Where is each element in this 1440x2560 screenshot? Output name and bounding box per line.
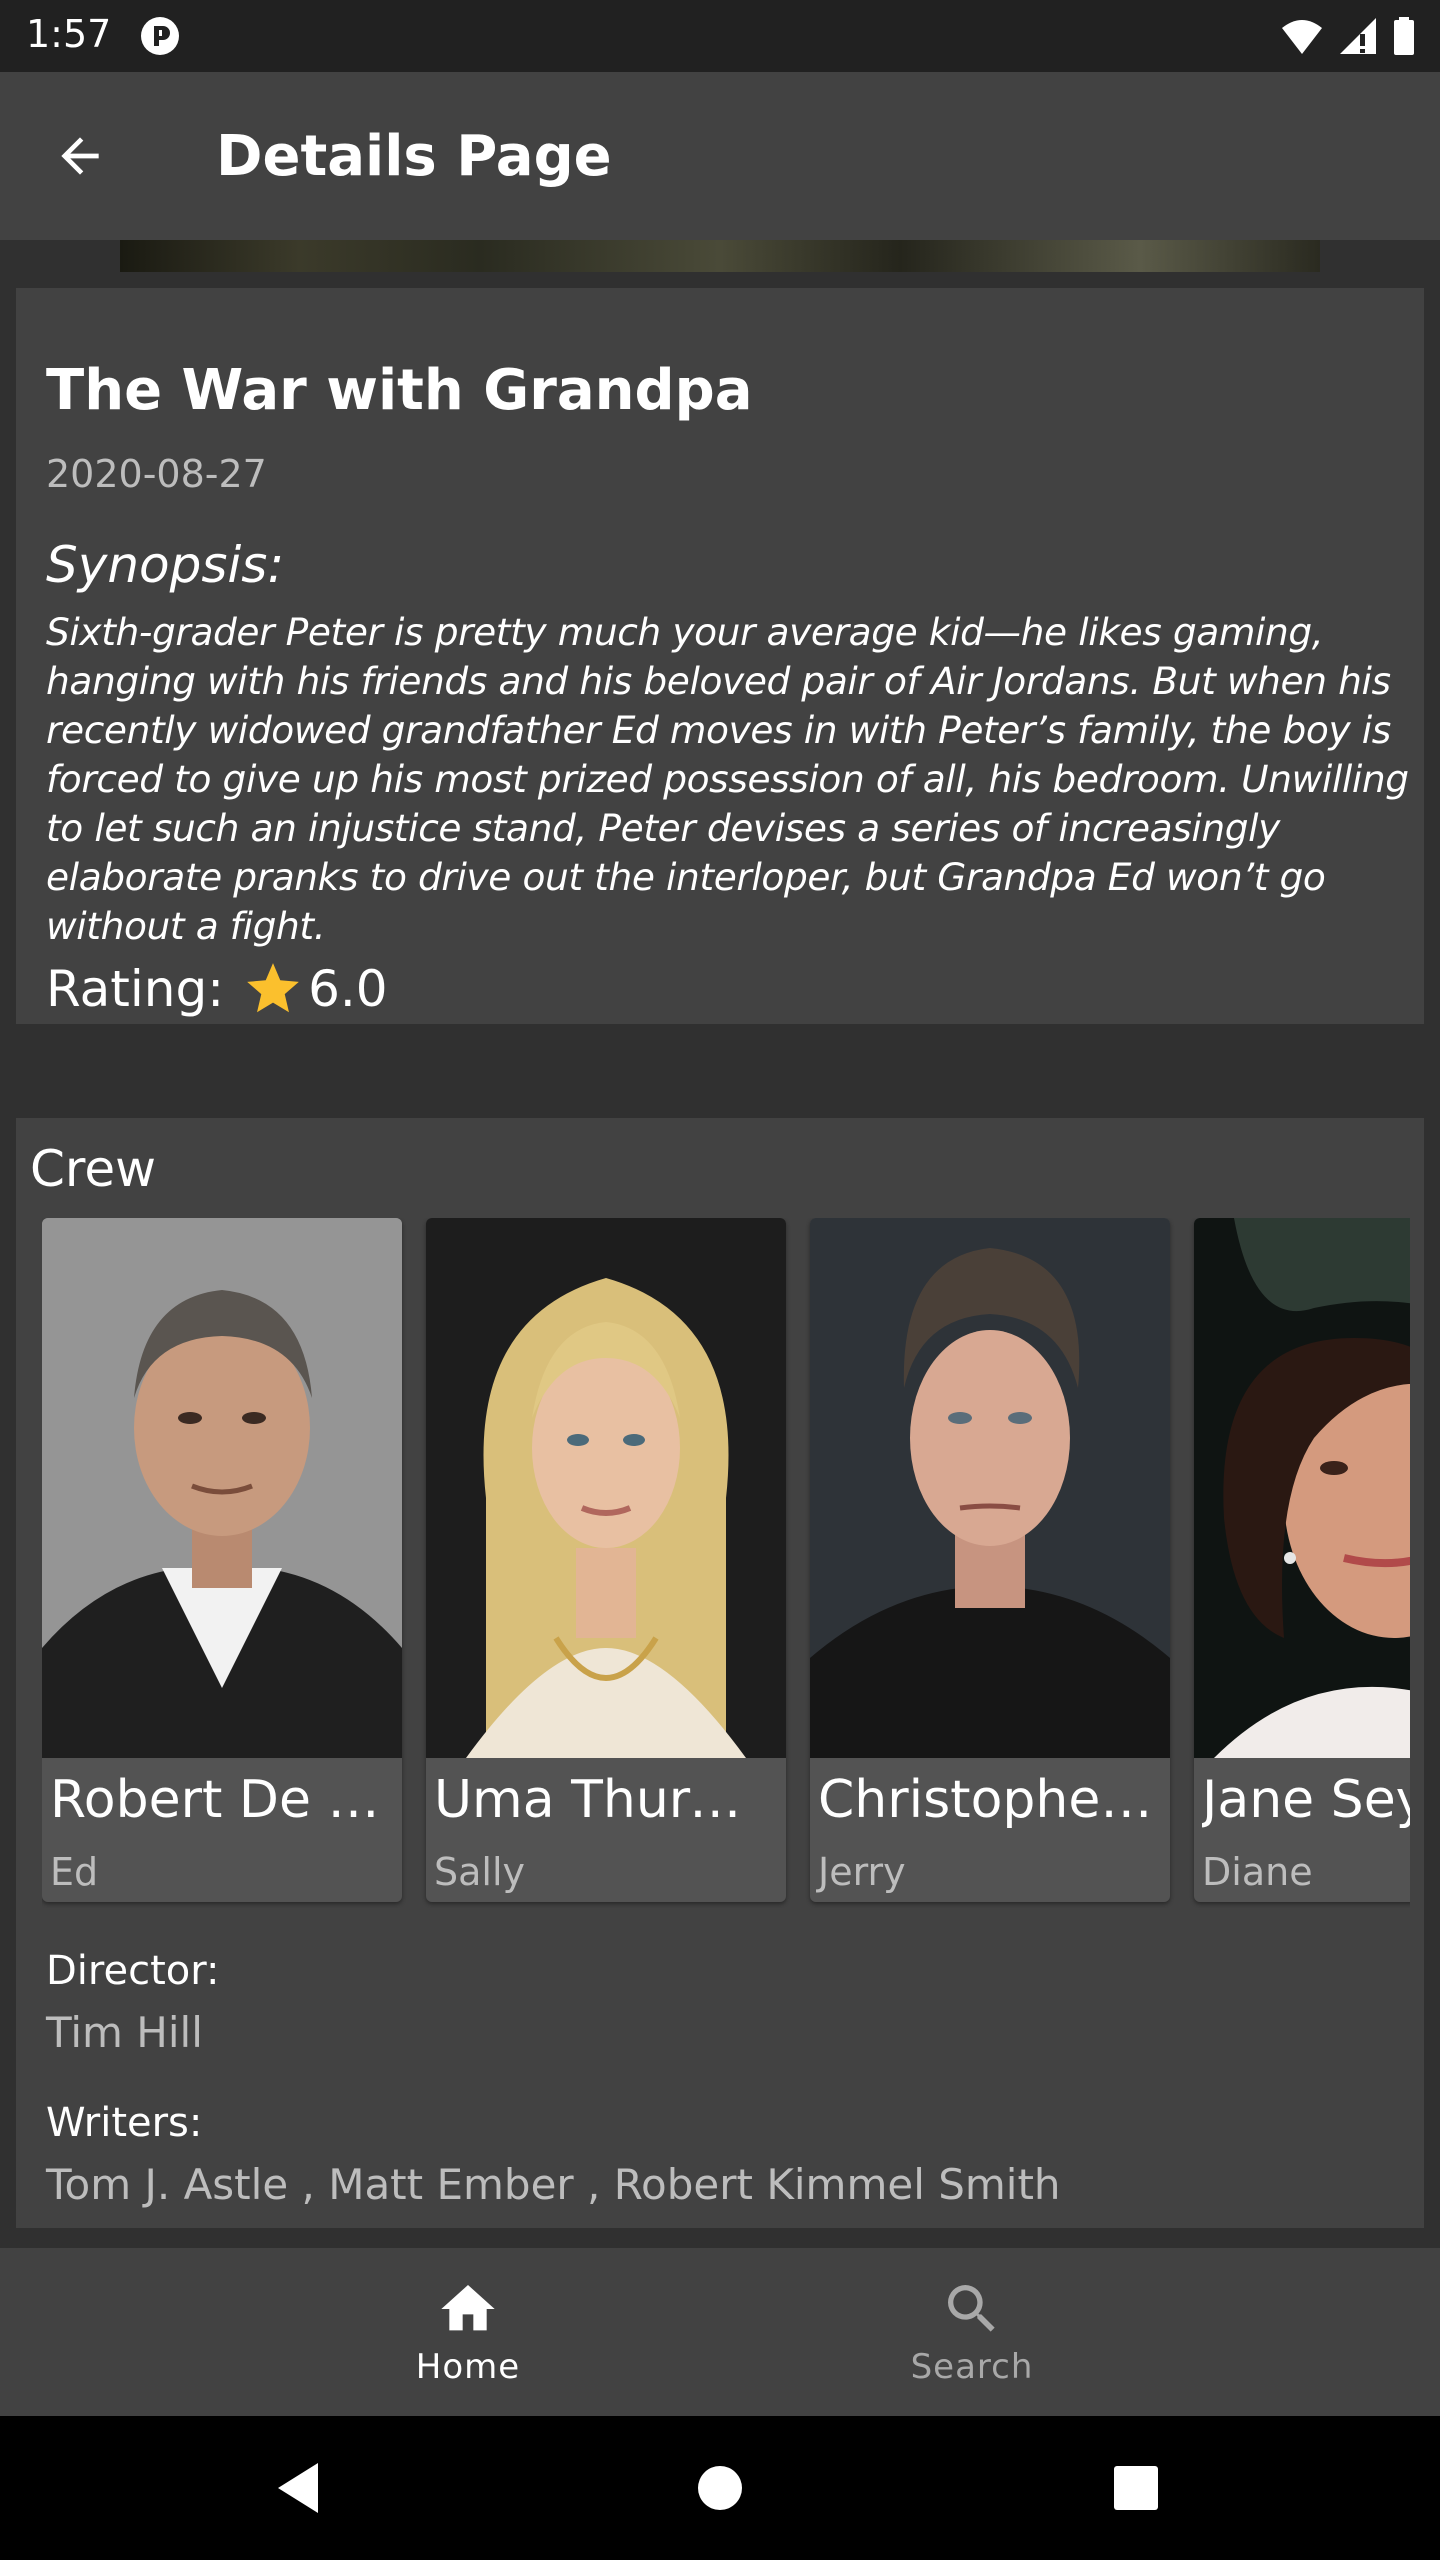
cast-role: Jerry [818,1850,906,1894]
movie-title: The War with Grandpa [46,358,753,423]
bottom-navigation: Home Search [0,2248,1440,2416]
cast-name: Robert De Niro [50,1770,400,1830]
cast-photo [42,1218,402,1758]
synopsis-label: Synopsis: [46,536,285,594]
app-bar: Details Page [0,72,1440,240]
crew-label: Crew [30,1140,157,1198]
release-date: 2020-08-27 [46,452,267,496]
cast-name: Jane Seymour [1202,1770,1410,1830]
synopsis-line: without a fight. [46,904,326,948]
recents-square-icon [1114,2466,1158,2510]
cast-card[interactable]: Robert De Niro Ed [42,1218,402,1902]
back-triangle-icon [278,2463,318,2513]
status-icons [1280,14,1416,58]
wifi-icon [1282,20,1322,54]
nav-home[interactable]: Home [318,2248,618,2416]
cast-role: Sally [434,1850,526,1894]
cast-card[interactable]: Uma Thurman Sally [426,1218,786,1902]
cast-role: Diane [1202,1850,1313,1894]
cast-photo [810,1218,1170,1758]
system-home-button[interactable] [688,2456,752,2520]
writers-value: Tom J. Astle , Matt Ember , Robert Kimme… [46,2160,1061,2209]
rating-label: Rating: [46,960,225,1018]
cast-role: Ed [50,1850,99,1894]
home-circle-icon [698,2466,742,2510]
synopsis-line: forced to give up his most prized posses… [46,757,1409,801]
director-label: Director: [46,1948,220,1994]
star-icon [247,963,299,1013]
cast-carousel[interactable]: Robert De Niro Ed Uma Thurman Sally Chri… [42,1218,1410,1908]
nav-search-label: Search [910,2347,1034,2387]
details-scroll-content[interactable]: The War with Grandpa 2020-08-27 Synopsis… [0,240,1440,2248]
writers-label: Writers: [46,2100,203,2146]
backdrop-image [120,240,1320,272]
app-notification-icon [141,17,179,55]
synopsis-line: hanging with his friends and his beloved… [46,659,1391,703]
rating-value: 6.0 [308,960,388,1018]
battery-icon [1394,17,1414,55]
system-back-button[interactable] [266,2456,330,2520]
synopsis-line: recently widowed grandfather Ed moves in… [46,708,1391,752]
movie-info-card: The War with Grandpa 2020-08-27 Synopsis… [16,288,1424,1024]
cast-card[interactable]: Christopher Walken Jerry [810,1218,1170,1902]
status-time: 1:57 [26,12,112,56]
signal-icon [1340,18,1376,54]
arrow-back-icon [61,137,99,175]
system-navigation-bar [0,2416,1440,2560]
cast-name: Christopher Walken [818,1770,1168,1830]
back-button[interactable] [40,116,120,196]
cast-photo [426,1218,786,1758]
synopsis-line: to let such an injustice stand, Peter de… [46,806,1280,850]
crew-card: Crew Robert De Niro Ed Uma Thurman Sally… [16,1118,1424,2228]
page-title: Details Page [216,124,612,189]
synopsis-text: Sixth-grader Peter is pretty much your a… [46,608,1416,951]
system-recents-button[interactable] [1104,2456,1168,2520]
search-icon [948,2285,995,2332]
director-value: Tim Hill [46,2008,203,2057]
cast-photo [1194,1218,1410,1758]
nav-search[interactable]: Search [822,2248,1122,2416]
cast-name: Uma Thurman [434,1770,784,1830]
synopsis-line: Sixth-grader Peter is pretty much your a… [46,610,1324,654]
cast-card[interactable]: Jane Seymour Diane [1194,1218,1410,1902]
nav-home-label: Home [415,2347,521,2387]
home-icon [441,2285,495,2331]
rating-row: Rating: 6.0 [46,958,388,1020]
synopsis-line: elaborate pranks to drive out the interl… [46,855,1326,899]
status-bar: 1:57 [0,0,1440,72]
